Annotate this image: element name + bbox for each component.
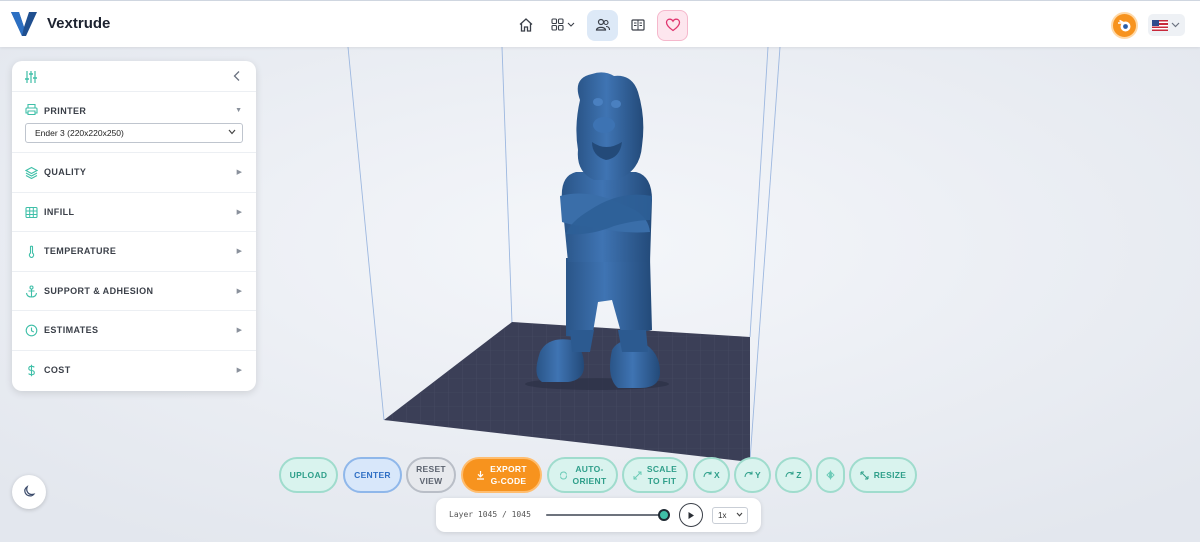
rotate-icon bbox=[703, 471, 712, 478]
center-button[interactable]: CENTER bbox=[343, 457, 402, 493]
layer-slider-track[interactable] bbox=[546, 514, 664, 516]
layers-icon bbox=[25, 166, 38, 179]
auto-orient-button[interactable]: AUTO- ORIENT bbox=[547, 457, 618, 493]
top-bar: Vextrude bbox=[0, 0, 1200, 47]
expand-arrow-icon: ▶ bbox=[236, 327, 242, 335]
rotate-icon bbox=[744, 471, 753, 478]
rotate-icon bbox=[785, 471, 794, 478]
expand-arrow-icon: ▶ bbox=[236, 248, 242, 256]
expand-arrow-icon: ▶ bbox=[236, 169, 242, 176]
expand-icon bbox=[633, 471, 642, 479]
sidebar-section-label: COST bbox=[44, 364, 71, 375]
export-gcode-button[interactable]: EXPORT G-CODE bbox=[461, 457, 542, 493]
chevron-down-icon bbox=[736, 512, 743, 517]
mirror-button[interactable] bbox=[816, 457, 845, 493]
favorites-heart-icon bbox=[665, 18, 680, 32]
blender-icon bbox=[1118, 19, 1131, 32]
reset-view-label: RESET VIEW bbox=[416, 464, 446, 486]
us-flag-icon bbox=[1152, 19, 1168, 31]
upload-label: UPLOAD bbox=[289, 470, 328, 480]
layer-control: Layer 1045 / 1045 1x bbox=[436, 498, 761, 532]
speed-select[interactable]: 1x bbox=[712, 507, 748, 524]
sliders-icon bbox=[25, 71, 37, 83]
rotate-z-button[interactable]: Z bbox=[775, 457, 812, 493]
scale-to-fit-button[interactable]: SCALE TO FIT bbox=[622, 457, 688, 493]
nav-docs-button[interactable] bbox=[622, 10, 653, 41]
main-nav bbox=[510, 9, 688, 41]
rotate-y-button[interactable]: Y bbox=[734, 457, 771, 493]
user-avatar[interactable] bbox=[1111, 12, 1138, 39]
sidebar-section-label: ESTIMATES bbox=[44, 325, 99, 336]
scale-to-fit-label: SCALE TO FIT bbox=[646, 464, 678, 486]
rotate-x-button[interactable]: X bbox=[693, 457, 730, 493]
rotate-y-label: Y bbox=[755, 470, 761, 480]
printer-select-value: Ender 3 (220x220x250) bbox=[35, 128, 124, 138]
home-icon bbox=[519, 18, 532, 32]
app-title: Vextrude bbox=[47, 15, 111, 32]
grid-icon bbox=[25, 206, 38, 218]
nav-community-button[interactable] bbox=[587, 9, 618, 41]
play-button[interactable] bbox=[679, 503, 703, 527]
resize-label: RESIZE bbox=[873, 470, 907, 480]
printer-section-label[interactable]: PRINTER bbox=[44, 106, 86, 116]
nav-home-button[interactable] bbox=[510, 10, 541, 41]
reset-view-button[interactable]: RESET VIEW bbox=[406, 457, 456, 493]
sidebar-section-label: TEMPERATURE bbox=[44, 246, 117, 257]
nav-favorites-button[interactable] bbox=[657, 9, 688, 41]
export-gcode-label: EXPORT G-CODE bbox=[490, 464, 527, 486]
docs-icon bbox=[630, 19, 645, 31]
resize-button[interactable]: RESIZE bbox=[849, 457, 917, 493]
clock-icon bbox=[25, 325, 38, 337]
community-icon bbox=[595, 18, 610, 31]
printer-icon bbox=[25, 103, 38, 116]
collapse-sidebar-icon[interactable] bbox=[232, 70, 242, 82]
sidebar-section-quality[interactable]: QUALITY ▶ bbox=[12, 153, 256, 193]
action-toolbar: UPLOAD CENTER RESET VIEW EXPORT G-CODE AUT… bbox=[0, 457, 1200, 493]
anchor-icon bbox=[25, 285, 38, 298]
dollar-icon bbox=[28, 364, 35, 377]
layer-slider-thumb[interactable] bbox=[658, 509, 670, 521]
layer-slider-fill bbox=[546, 514, 664, 516]
speed-value: 1x bbox=[718, 511, 727, 520]
chevron-down-icon bbox=[1171, 22, 1180, 28]
sidebar-section-label: INFILL bbox=[44, 206, 75, 217]
thermometer-icon bbox=[28, 245, 35, 259]
resize-icon bbox=[860, 471, 869, 479]
expand-arrow-icon: ▶ bbox=[236, 208, 242, 216]
sidebar-section-temperature[interactable]: TEMPERATURE ▶ bbox=[12, 232, 256, 272]
auto-orient-label: AUTO- ORIENT bbox=[572, 464, 607, 486]
printer-section: PRINTER ▼ Ender 3 (220x220x250) bbox=[12, 92, 256, 153]
center-label: CENTER bbox=[354, 470, 391, 480]
play-icon bbox=[688, 511, 694, 519]
sidebar-section-support[interactable]: SUPPORT & ADHESION ▶ bbox=[12, 272, 256, 312]
sidebar-section-label: QUALITY bbox=[44, 167, 87, 177]
section-collapse-arrow[interactable]: ▼ bbox=[235, 107, 242, 114]
download-icon bbox=[477, 471, 485, 480]
apps-grid-icon bbox=[551, 18, 575, 31]
refresh-icon bbox=[559, 470, 567, 480]
vextrude-logo[interactable] bbox=[10, 10, 38, 38]
sidebar-section-infill[interactable]: INFILL ▶ bbox=[12, 193, 256, 233]
chevron-down-icon bbox=[228, 129, 236, 135]
nav-apps-button[interactable] bbox=[545, 10, 583, 41]
printer-select[interactable]: Ender 3 (220x220x250) bbox=[25, 123, 243, 143]
layer-counter: Layer 1045 / 1045 bbox=[449, 510, 531, 519]
expand-arrow-icon: ▶ bbox=[236, 366, 242, 374]
sidebar-header bbox=[12, 61, 256, 92]
settings-sidebar: PRINTER ▼ Ender 3 (220x220x250) QUALITY … bbox=[12, 61, 256, 391]
sidebar-section-cost[interactable]: COST ▶ bbox=[12, 351, 256, 391]
upload-button[interactable]: UPLOAD bbox=[279, 457, 338, 493]
sidebar-section-estimates[interactable]: ESTIMATES ▶ bbox=[12, 311, 256, 351]
mirror-icon bbox=[826, 470, 835, 480]
rotate-z-label: Z bbox=[796, 470, 802, 480]
rotate-x-label: X bbox=[714, 470, 720, 480]
sidebar-section-label: SUPPORT & ADHESION bbox=[44, 285, 154, 296]
expand-arrow-icon: ▶ bbox=[236, 287, 242, 295]
language-selector[interactable] bbox=[1148, 14, 1185, 36]
